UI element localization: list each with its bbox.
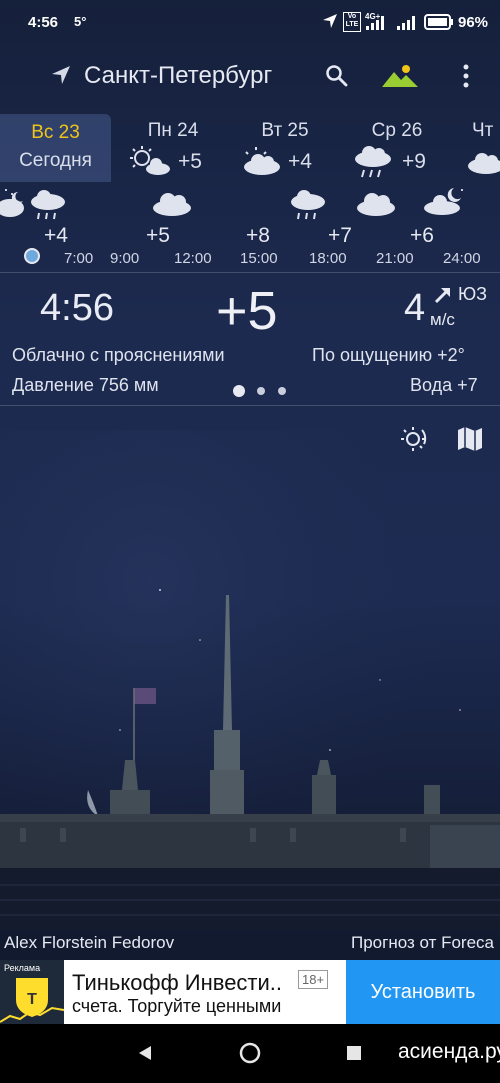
hour-temp: +4 xyxy=(44,224,68,247)
app-header: Санкт-Петербург xyxy=(0,50,500,102)
back-icon[interactable] xyxy=(136,1044,154,1062)
hour-temp: +8 xyxy=(246,224,270,247)
rain-cloud-icon xyxy=(352,144,394,180)
day-tab-today[interactable]: Вс 23 Сегодня xyxy=(0,114,111,182)
signal-icon-1 xyxy=(366,16,384,30)
photo-author-link[interactable]: Alex Florstein Fedorov xyxy=(4,933,174,953)
ad-age-rating: 18+ xyxy=(298,970,329,989)
day-temp: +4 xyxy=(288,150,312,173)
battery-icon xyxy=(424,14,454,30)
day-tab-wed[interactable]: Ср 26 +9 xyxy=(342,114,452,182)
ad-badge: Реклама xyxy=(4,963,41,973)
hour-temp: +6 xyxy=(410,224,434,247)
search-icon[interactable] xyxy=(325,64,349,88)
location-arrow-icon xyxy=(322,13,338,29)
day-sub-label: Сегодня xyxy=(19,150,92,171)
forecast-source-link[interactable]: Прогноз от Foreca xyxy=(351,933,494,953)
condition-text: Облачно с прояснениями xyxy=(12,345,225,365)
cloud-icon xyxy=(354,190,398,216)
rain-cloud-icon xyxy=(288,188,328,222)
pressure: Давление 756 мм xyxy=(12,375,159,395)
cloud-icon xyxy=(150,190,194,216)
more-menu-icon[interactable] xyxy=(462,64,470,88)
status-time: 4:56 xyxy=(28,14,59,31)
install-button[interactable]: Установить xyxy=(346,960,500,1024)
signal-icon-2 xyxy=(397,16,415,30)
divider xyxy=(0,405,500,406)
day-label: Вс 23 xyxy=(31,122,80,143)
wind-direction-arrow-icon xyxy=(433,285,453,305)
ad-subtitle: счета. Торгуйте ценными xyxy=(72,996,282,1016)
home-icon[interactable] xyxy=(239,1042,261,1064)
cloudy-sun-icon xyxy=(240,146,284,176)
divider xyxy=(0,272,500,273)
ad-app-icon[interactable]: Реклама T xyxy=(0,960,64,1024)
hour-time: 18:00 xyxy=(309,250,347,267)
recents-icon[interactable] xyxy=(346,1045,362,1061)
day-label: Пн 24 xyxy=(147,120,199,141)
hour-time: 12:00 xyxy=(174,250,212,267)
day-label: Вт 25 xyxy=(261,120,309,141)
hour-time: 9:00 xyxy=(110,250,140,267)
current-time-marker xyxy=(24,248,40,264)
hour-temp: +7 xyxy=(328,224,352,247)
city-name[interactable]: Санкт-Петербург xyxy=(84,62,272,90)
partly-cloudy-icon xyxy=(128,146,172,176)
battery-percent: 96% xyxy=(458,14,489,31)
hour-time: 21:00 xyxy=(376,250,414,267)
day-tab-mon[interactable]: Пн 24 +5 xyxy=(118,114,228,182)
current-temp: +5 xyxy=(216,281,278,341)
ad-banner[interactable]: Реклама T Тинькофф Инвести.. 18+ счета. … xyxy=(0,960,500,1024)
feels-like: По ощущению +2° xyxy=(312,345,465,365)
night-cloud-icon xyxy=(422,186,466,216)
background-picture-icon[interactable] xyxy=(382,62,418,88)
background-photo xyxy=(0,430,500,930)
wind-speed: 4 xyxy=(404,287,426,329)
status-bar: 4:56 5° Vo LTE 4G+ 96% xyxy=(0,0,500,44)
day-temp: +9 xyxy=(402,150,426,173)
hour-time: 24:00 xyxy=(443,250,481,267)
status-temp: 5° xyxy=(74,14,87,29)
current-time: 4:56 xyxy=(40,287,114,329)
wind-direction: ЮЗ xyxy=(458,284,488,304)
cloud-icon xyxy=(464,148,500,174)
system-nav-bar: асиенда.ру xyxy=(0,1024,500,1083)
location-icon[interactable] xyxy=(50,64,72,86)
page-indicator[interactable] xyxy=(232,384,290,398)
wind-unit: м/с xyxy=(430,310,455,329)
ad-title: Тинькофф Инвести.. xyxy=(72,970,283,995)
watermark: асиенда.ру xyxy=(398,1040,500,1063)
day-tab-thu[interactable]: Чт xyxy=(460,114,500,182)
rain-cloud-icon xyxy=(28,188,68,222)
volte-icon: Vo LTE xyxy=(343,12,361,32)
day-temp: +5 xyxy=(178,150,202,173)
day-label: Ср 26 xyxy=(371,120,423,141)
water-temp: Вода +7 xyxy=(410,375,478,395)
hour-time: 7:00 xyxy=(64,250,94,267)
night-cloud-icon xyxy=(0,186,26,220)
hour-time: 15:00 xyxy=(240,250,278,267)
hour-temp: +5 xyxy=(146,224,170,247)
day-label: Чт xyxy=(472,120,494,141)
day-tab-tue[interactable]: Вт 25 +4 xyxy=(230,114,340,182)
